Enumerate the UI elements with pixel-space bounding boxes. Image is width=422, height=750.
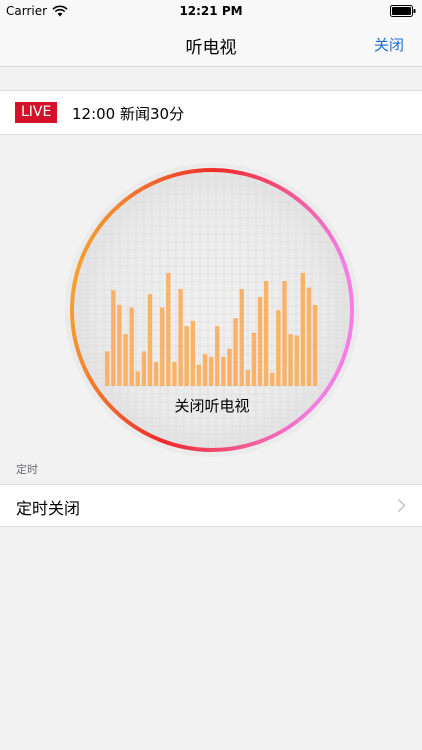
level-bar <box>184 326 189 386</box>
audio-player[interactable]: 关闭听电视 <box>64 162 360 458</box>
status-time: 12:21 PM <box>179 4 243 18</box>
level-bar <box>190 320 195 386</box>
level-bar <box>251 332 257 386</box>
close-button[interactable]: 关闭 <box>374 34 404 55</box>
level-bar <box>129 307 134 386</box>
timer-close-label: 定时关闭 <box>16 499 81 518</box>
level-bar <box>276 310 281 386</box>
live-program-row: LIVE 12:00 新闻30分 <box>0 90 422 135</box>
nav-title: 听电视 <box>185 38 237 58</box>
level-bar <box>215 326 220 386</box>
level-bar <box>196 364 202 386</box>
level-bar <box>160 307 165 386</box>
timer-section-header: 定时 <box>16 463 38 476</box>
level-bar <box>153 362 159 386</box>
level-bar <box>166 272 171 386</box>
level-bar <box>172 362 177 386</box>
live-program-title: 12:00 新闻30分 <box>72 105 185 123</box>
level-bar <box>202 354 208 386</box>
level-bar <box>288 334 293 386</box>
level-bar <box>147 294 153 386</box>
level-bar <box>233 318 238 386</box>
level-bar <box>294 335 299 386</box>
nav-bar: 听电视 关闭 <box>0 22 422 67</box>
status-bar: Carrier 12:21 PM <box>0 0 422 22</box>
level-bar <box>227 348 232 386</box>
timer-close-row[interactable]: 定时关闭 <box>0 484 422 527</box>
level-bar <box>123 334 128 386</box>
level-bar <box>178 288 183 386</box>
level-bar <box>263 280 269 386</box>
level-bar <box>300 272 306 386</box>
screen: Carrier 12:21 PM 听电视 关闭 LIVE 12:00 新闻30分 <box>0 0 422 750</box>
level-bar <box>312 304 318 386</box>
level-bar <box>141 351 147 386</box>
level-bar <box>105 351 110 386</box>
level-bar <box>135 371 140 386</box>
live-badge: LIVE <box>15 102 58 123</box>
level-bar <box>221 356 226 386</box>
level-bar <box>270 372 275 386</box>
level-bar <box>257 296 263 386</box>
chevron-right-icon <box>397 498 406 513</box>
level-bar <box>306 287 312 386</box>
level-bar <box>245 370 251 386</box>
level-bar <box>111 290 116 386</box>
level-bar <box>239 288 244 386</box>
battery-icon <box>390 5 416 17</box>
level-bar <box>282 280 287 386</box>
stop-listening-button[interactable]: 关闭听电视 <box>64 395 360 416</box>
level-bar <box>117 304 122 386</box>
level-bar <box>208 356 214 386</box>
